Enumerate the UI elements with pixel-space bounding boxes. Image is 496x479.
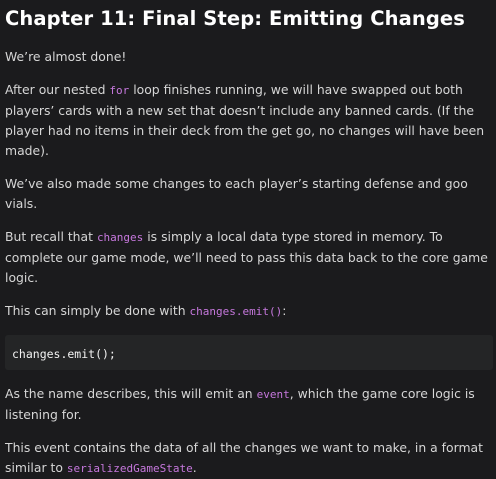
paragraph-text: This can simply be done with bbox=[5, 303, 190, 318]
paragraph-text: . bbox=[192, 460, 197, 475]
inline-code-changes-emit: changes.emit() bbox=[189, 305, 283, 318]
inline-code-serialized-game-state: serializedGameState bbox=[66, 462, 193, 475]
paragraph-local-data: But recall that changes is simply a loca… bbox=[5, 227, 493, 288]
paragraph-emit-intro: This can simply be done with changes.emi… bbox=[5, 301, 493, 322]
paragraph-event-data: This event contains the data of all the … bbox=[5, 438, 493, 479]
paragraph-defense-goo: We’ve also made some changes to each pla… bbox=[5, 176, 468, 211]
code-block-content[interactable]: changes.emit(); bbox=[12, 347, 116, 361]
paragraph-event: As the name describes, this will emit an… bbox=[5, 384, 493, 425]
code-block[interactable]: changes.emit(); bbox=[5, 335, 493, 370]
paragraph-nested-loop: After our nested for loop finishes runni… bbox=[5, 80, 493, 161]
inline-code-for: for bbox=[109, 84, 130, 97]
chapter-title: Chapter 11: Final Step: Emitting Changes bbox=[5, 7, 465, 30]
paragraph-text: But recall that bbox=[5, 229, 97, 244]
paragraph-text: As the name describes, this will emit an bbox=[5, 386, 257, 401]
inline-code-changes: changes bbox=[96, 231, 144, 244]
paragraph-almost-done: We’re almost done! bbox=[5, 49, 127, 64]
document-page: Chapter 11: Final Step: Emitting Changes… bbox=[0, 0, 496, 479]
inline-code-event: event bbox=[256, 388, 290, 401]
paragraph-text: : bbox=[282, 303, 287, 318]
paragraph-text: After our nested bbox=[5, 82, 110, 97]
